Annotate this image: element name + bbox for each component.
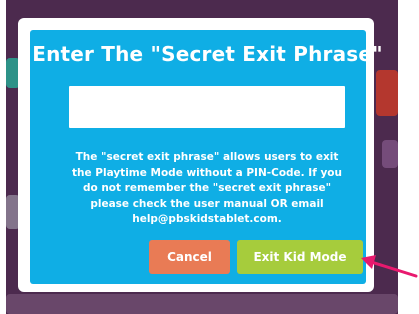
info-line: the Playtime Mode without a PIN-Code. If… xyxy=(72,166,342,179)
background-tile xyxy=(382,140,398,168)
background-tile xyxy=(376,70,398,116)
cancel-button[interactable]: Cancel xyxy=(149,240,230,274)
support-email-link[interactable]: help@pbskidstablet.com. xyxy=(132,213,282,225)
exit-kid-mode-button[interactable]: Exit Kid Mode xyxy=(237,240,363,274)
info-line: The "secret exit phrase" allows users to… xyxy=(75,151,339,163)
background-tile xyxy=(6,294,398,314)
arrow-pointing-left-icon xyxy=(361,255,418,278)
dialog-title: Enter The "Secret Exit Phrase" xyxy=(32,42,383,66)
secret-phrase-input[interactable] xyxy=(69,86,345,128)
info-text: The "secret exit phrase" allows users to… xyxy=(52,150,362,228)
info-line: do not remember the "secret exit phrase" xyxy=(82,182,332,194)
info-line: please check the user manual OR email xyxy=(90,197,324,210)
